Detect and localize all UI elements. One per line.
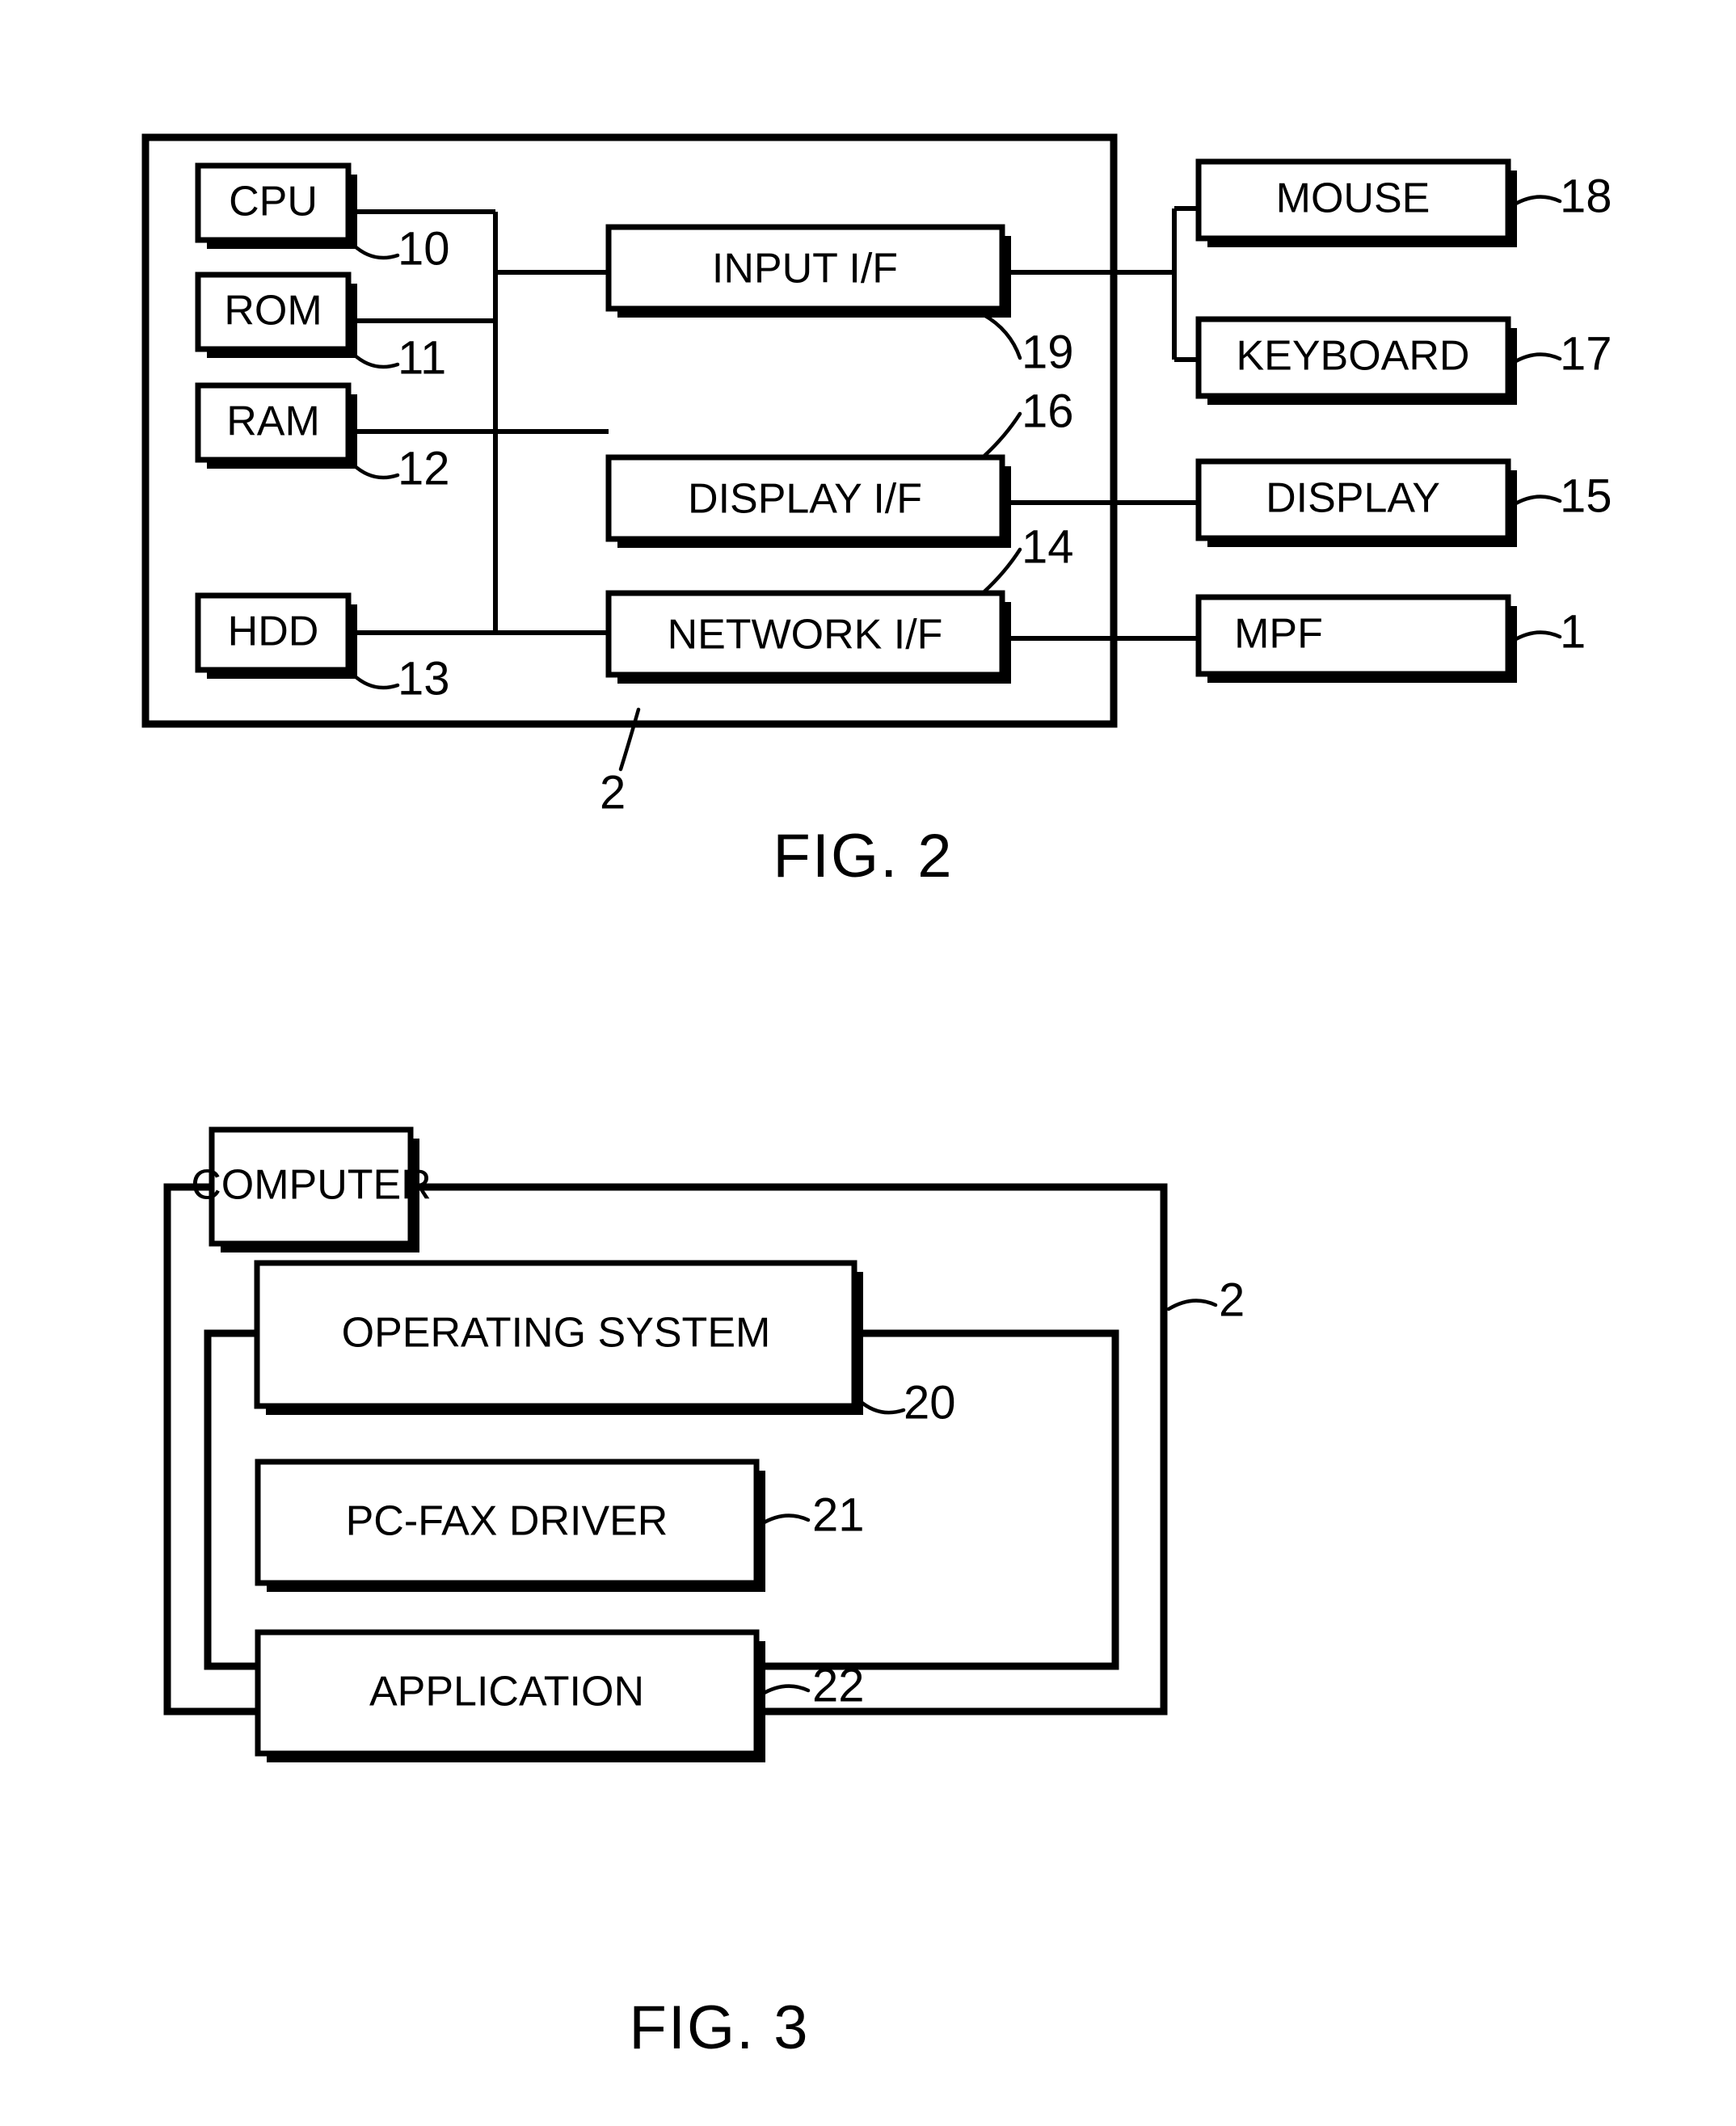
fig3-block-pcfax-driver-label: PC-FAX DRIVER bbox=[346, 1498, 668, 1545]
fig2-block-cpu-label: CPU bbox=[229, 179, 318, 225]
fig2-block-hdd: HDD bbox=[195, 592, 357, 679]
fig2-ref-10: 10 bbox=[351, 222, 450, 275]
fig2-block-ram: RAM bbox=[195, 382, 357, 469]
fig2-block-display-if-label: DISPLAY I/F bbox=[688, 476, 922, 523]
fig2-ref-15: 15 bbox=[1511, 469, 1612, 522]
fig2-ref-12: 12 bbox=[351, 442, 450, 495]
figure-3: COMPUTER OPERATING SYSTEM 20 PC-FAX DRIV… bbox=[163, 1126, 1245, 2062]
fig3-ref-20-text: 20 bbox=[904, 1376, 956, 1429]
fig3-block-operating-system-label: OPERATING SYSTEM bbox=[342, 1310, 771, 1357]
fig2-block-ram-label: RAM bbox=[226, 398, 320, 445]
fig2-ref-11: 11 bbox=[351, 331, 446, 384]
fig2-ref-2-text: 2 bbox=[600, 766, 626, 819]
fig2-ref-18: 18 bbox=[1511, 170, 1612, 222]
fig2-block-mpf-label: MPF bbox=[1234, 611, 1323, 658]
fig2-ref-11-text: 11 bbox=[398, 331, 446, 384]
fig2-block-network-if: NETWORK I/F bbox=[605, 590, 1011, 684]
fig2-ref-13-text: 13 bbox=[398, 652, 450, 705]
drawing-canvas: CPU 10 ROM 11 RAM 12 HDD 13 INPUT I/F 19… bbox=[141, 133, 1612, 2062]
fig3-ref-21: 21 bbox=[759, 1488, 865, 1541]
fig2-block-input-if-label: INPUT I/F bbox=[712, 246, 898, 293]
fig3-ref-2-text: 2 bbox=[1219, 1273, 1245, 1326]
fig2-ref-12-text: 12 bbox=[398, 442, 450, 495]
fig3-block-application: APPLICATION bbox=[255, 1629, 765, 1762]
fig2-block-rom: ROM bbox=[195, 272, 357, 358]
fig2-ref-14-text: 14 bbox=[1022, 520, 1074, 573]
fig2-ref-15-text: 15 bbox=[1560, 469, 1612, 522]
fig2-block-mpf: MPF bbox=[1195, 594, 1517, 683]
fig3-block-operating-system: OPERATING SYSTEM bbox=[254, 1260, 863, 1415]
fig3-ref-20: 20 bbox=[857, 1376, 956, 1429]
fig2-block-display: DISPLAY bbox=[1195, 458, 1517, 547]
fig2-ref-16: 16 bbox=[982, 385, 1074, 458]
fig3-ref-22-text: 22 bbox=[812, 1659, 865, 1711]
fig3-ref-2: 2 bbox=[1166, 1273, 1245, 1326]
figure-2: CPU 10 ROM 11 RAM 12 HDD 13 INPUT I/F 19… bbox=[141, 133, 1612, 890]
fig2-block-input-if: INPUT I/F bbox=[605, 224, 1011, 318]
fig2-block-mouse-label: MOUSE bbox=[1276, 175, 1431, 222]
fig2-caption: FIG. 2 bbox=[773, 822, 953, 890]
fig2-block-mouse: MOUSE bbox=[1195, 158, 1517, 247]
fig3-caption: FIG. 3 bbox=[629, 1993, 809, 2062]
fig2-block-hdd-label: HDD bbox=[228, 608, 319, 655]
fig2-ref-19-text: 19 bbox=[1022, 326, 1074, 378]
fig3-block-computer-label: COMPUTER bbox=[191, 1162, 432, 1209]
fig2-ref-19: 19 bbox=[980, 312, 1074, 378]
fig3-block-application-label: APPLICATION bbox=[369, 1669, 644, 1716]
fig3-block-computer: COMPUTER bbox=[191, 1126, 432, 1252]
fig2-ref-10-text: 10 bbox=[398, 222, 450, 275]
fig2-block-keyboard: KEYBOARD bbox=[1195, 316, 1517, 405]
fig2-ref-13: 13 bbox=[351, 652, 450, 705]
fig2-block-keyboard-label: KEYBOARD bbox=[1237, 333, 1470, 380]
fig2-block-display-label: DISPLAY bbox=[1266, 475, 1440, 522]
patent-drawing-page: CPU 10 ROM 11 RAM 12 HDD 13 INPUT I/F 19… bbox=[0, 0, 1736, 2126]
fig2-ref-17: 17 bbox=[1511, 327, 1612, 380]
fig3-ref-21-text: 21 bbox=[812, 1488, 865, 1541]
fig2-block-rom-label: ROM bbox=[224, 288, 322, 335]
fig2-block-display-if: DISPLAY I/F bbox=[605, 454, 1011, 548]
fig3-block-pcfax-driver: PC-FAX DRIVER bbox=[255, 1459, 765, 1592]
fig2-ref-18-text: 18 bbox=[1560, 170, 1612, 222]
fig2-block-network-if-label: NETWORK I/F bbox=[668, 612, 943, 659]
fig2-ref-1-text: 1 bbox=[1560, 605, 1586, 658]
fig2-block-cpu: CPU bbox=[195, 162, 357, 249]
fig2-ref-1: 1 bbox=[1511, 605, 1586, 658]
fig2-ref-17-text: 17 bbox=[1560, 327, 1612, 380]
fig2-ref-16-text: 16 bbox=[1022, 385, 1074, 437]
